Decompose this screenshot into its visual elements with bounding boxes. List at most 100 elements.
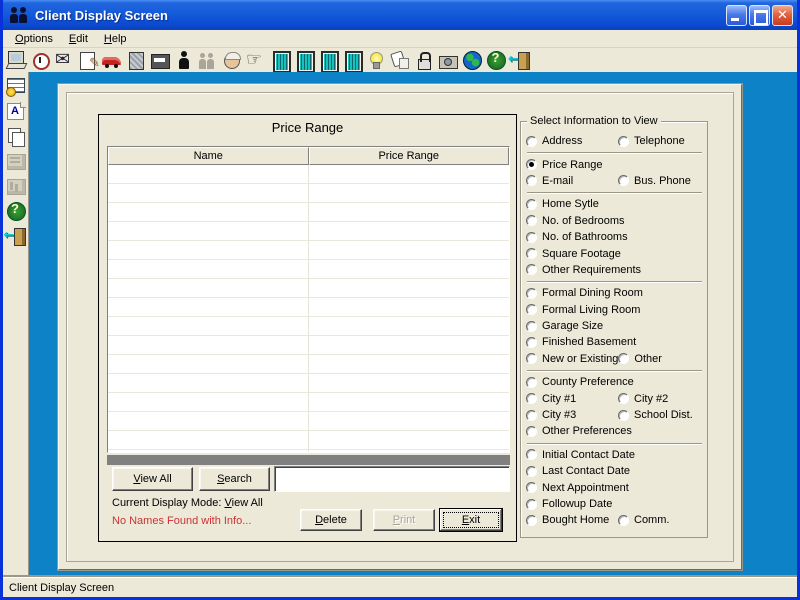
radio-city-2[interactable]: City #2 bbox=[618, 393, 668, 405]
radio-initial-contact-date[interactable]: Initial Contact Date bbox=[526, 449, 635, 461]
menu-help[interactable]: Help bbox=[96, 32, 135, 46]
trash-icon[interactable] bbox=[124, 49, 148, 72]
table-cell bbox=[309, 222, 510, 240]
table-row[interactable] bbox=[108, 184, 509, 203]
table-cell bbox=[309, 431, 510, 449]
radio-last-contact-date[interactable]: Last Contact Date bbox=[526, 465, 630, 477]
table-row[interactable] bbox=[108, 203, 509, 222]
envelope-icon[interactable] bbox=[52, 49, 76, 72]
radio-city-3[interactable]: City #3 bbox=[526, 409, 618, 421]
horizontal-scrollbar[interactable] bbox=[107, 455, 510, 465]
door-icon[interactable] bbox=[268, 49, 292, 72]
search-button[interactable]: Search bbox=[199, 467, 270, 491]
radio-section: Formal Dining Room Formal Living Room Gara… bbox=[526, 284, 703, 369]
table-row[interactable] bbox=[108, 241, 509, 260]
status-bar-text: Client Display Screen bbox=[9, 582, 114, 594]
radio-label: Initial Contact Date bbox=[542, 449, 635, 461]
radio-label: Formal Dining Room bbox=[542, 287, 643, 299]
radio-label: No. of Bathrooms bbox=[542, 231, 628, 243]
table-row[interactable] bbox=[108, 222, 509, 241]
table-row[interactable] bbox=[108, 355, 509, 374]
table-row[interactable] bbox=[108, 260, 509, 279]
table-row[interactable] bbox=[108, 412, 509, 431]
grid-icon[interactable] bbox=[4, 75, 28, 99]
table-row[interactable] bbox=[108, 374, 509, 393]
notepad-icon[interactable] bbox=[76, 49, 100, 72]
table-row[interactable] bbox=[108, 431, 509, 450]
table-row[interactable] bbox=[108, 450, 509, 453]
bulb-icon[interactable] bbox=[364, 49, 388, 72]
hand-icon[interactable] bbox=[244, 49, 268, 72]
radio-telephone[interactable]: Telephone bbox=[618, 135, 685, 147]
radio-formal-living-room[interactable]: Formal Living Room bbox=[526, 304, 640, 316]
radio-bought-home[interactable]: Bought Home bbox=[526, 514, 618, 526]
exit-button[interactable]: Exit bbox=[439, 508, 503, 532]
radio-address[interactable]: Address bbox=[526, 135, 618, 147]
radio-indicator bbox=[526, 499, 537, 510]
radio-no-of-bathrooms[interactable]: No. of Bathrooms bbox=[526, 231, 628, 243]
radio-bus-phone[interactable]: Bus. Phone bbox=[618, 175, 691, 187]
view-all-button[interactable]: View All bbox=[112, 467, 193, 491]
mouse-icon[interactable] bbox=[388, 49, 412, 72]
radio-home-sytle[interactable]: Home Sytle bbox=[526, 198, 618, 210]
door-icon[interactable] bbox=[292, 49, 316, 72]
door-icon[interactable] bbox=[340, 49, 364, 72]
table-row[interactable] bbox=[108, 317, 509, 336]
radio-price-range[interactable]: Price Range bbox=[526, 159, 618, 171]
face-icon[interactable] bbox=[220, 49, 244, 72]
radio-followup-date[interactable]: Followup Date bbox=[526, 498, 618, 510]
search-input[interactable] bbox=[274, 466, 510, 492]
delete-button[interactable]: Delete bbox=[300, 509, 362, 531]
radio-county-preference[interactable]: County Preference bbox=[526, 376, 634, 388]
copy-icon[interactable] bbox=[4, 125, 28, 149]
radio-garage-size[interactable]: Garage Size bbox=[526, 320, 618, 332]
table-row[interactable] bbox=[108, 279, 509, 298]
people-icon[interactable] bbox=[196, 49, 220, 72]
globe-icon[interactable] bbox=[460, 49, 484, 72]
register-icon[interactable] bbox=[148, 49, 172, 72]
radio-city-1[interactable]: City #1 bbox=[526, 393, 618, 405]
font-icon[interactable] bbox=[4, 100, 28, 124]
table-row[interactable] bbox=[108, 336, 509, 355]
help-icon[interactable] bbox=[484, 49, 508, 72]
menu-options[interactable]: Options bbox=[7, 32, 61, 46]
maximize-button[interactable] bbox=[749, 5, 770, 26]
person-icon[interactable] bbox=[172, 49, 196, 72]
lock-icon[interactable] bbox=[412, 49, 436, 72]
radio-indicator bbox=[526, 232, 537, 243]
radio-next-appointment[interactable]: Next Appointment bbox=[526, 482, 629, 494]
exit-icon[interactable] bbox=[4, 225, 28, 249]
menu-edit[interactable]: Edit bbox=[61, 32, 96, 46]
camera-icon[interactable] bbox=[436, 49, 460, 72]
radio-e-mail[interactable]: E-mail bbox=[526, 175, 618, 187]
clock-icon[interactable] bbox=[28, 49, 52, 72]
help-icon[interactable] bbox=[4, 200, 28, 224]
car-icon[interactable] bbox=[100, 49, 124, 72]
radio-section: Price Range E-mailBus. Phone bbox=[526, 155, 703, 191]
radio-indicator bbox=[526, 288, 537, 299]
table-row[interactable] bbox=[108, 298, 509, 317]
table-cell bbox=[309, 336, 510, 354]
radio-school-dist[interactable]: School Dist. bbox=[618, 409, 693, 421]
exit-icon[interactable] bbox=[508, 49, 532, 72]
radio-new-or-existing[interactable]: New or Existing bbox=[526, 353, 618, 365]
radio-formal-dining-room[interactable]: Formal Dining Room bbox=[526, 287, 643, 299]
table-cell bbox=[309, 393, 510, 411]
table-row[interactable] bbox=[108, 393, 509, 412]
radio-no-of-bedrooms[interactable]: No. of Bedrooms bbox=[526, 215, 625, 227]
radio-other[interactable]: Other bbox=[618, 353, 662, 365]
door-icon[interactable] bbox=[316, 49, 340, 72]
radio-indicator bbox=[526, 410, 537, 421]
table-row[interactable] bbox=[108, 165, 509, 184]
radio-finished-basement[interactable]: Finished Basement bbox=[526, 336, 636, 348]
radio-indicator bbox=[526, 321, 537, 332]
radio-row: Formal Living Room bbox=[526, 302, 703, 318]
radio-comm[interactable]: Comm. bbox=[618, 514, 669, 526]
radio-other-preferences[interactable]: Other Preferences bbox=[526, 425, 632, 437]
radio-other-requirements[interactable]: Other Requirements bbox=[526, 264, 641, 276]
computer-icon[interactable] bbox=[4, 49, 28, 72]
minimize-button[interactable] bbox=[726, 5, 747, 26]
close-button[interactable] bbox=[772, 5, 793, 26]
table-cell bbox=[309, 374, 510, 392]
radio-square-footage[interactable]: Square Footage bbox=[526, 248, 621, 260]
